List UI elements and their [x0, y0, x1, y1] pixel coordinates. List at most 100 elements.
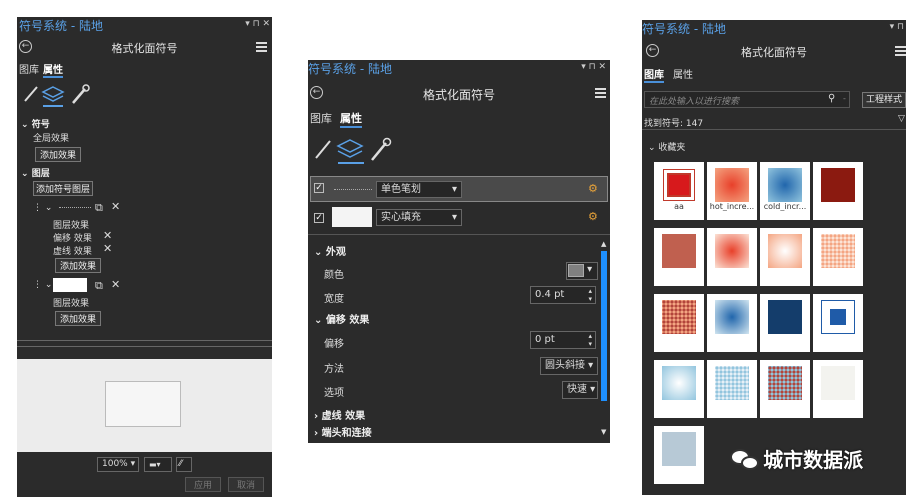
offset-input[interactable]: 0 pt ▴ ▾	[530, 331, 596, 349]
scrollbar-thumb[interactable]	[601, 251, 607, 401]
symbol-tile[interactable]	[654, 360, 704, 418]
window-controls-3[interactable]: ▾ ⊓	[890, 22, 904, 32]
symbol-swatch	[663, 169, 695, 201]
window-title-2: 符号系统 - 陆地	[308, 62, 392, 76]
toolbar-icons-2[interactable]	[314, 136, 404, 164]
tab-gallery[interactable]: 图库	[19, 61, 39, 76]
symbol-tile[interactable]	[813, 162, 863, 220]
symbol-tile[interactable]	[654, 228, 704, 286]
scroll-down-icon[interactable]: ▼	[601, 428, 606, 436]
menu-icon-2[interactable]	[595, 88, 606, 100]
appearance-section[interactable]: ⌄ 外观	[314, 243, 346, 258]
symbol-tile[interactable]: hot_incre...	[707, 162, 757, 220]
layer-type-select-1[interactable]: 单色笔划 ▾	[376, 181, 462, 198]
symbol-tile[interactable]	[654, 426, 704, 484]
symbol-swatch	[768, 366, 802, 400]
cancel-button[interactable]: 取消	[228, 477, 264, 492]
search-icon[interactable]: ⚲	[828, 93, 835, 104]
fill-preview	[53, 278, 87, 292]
duplicate-icon-2[interactable]: ⧉	[95, 279, 103, 293]
color-picker[interactable]: ▾	[566, 262, 598, 280]
symbol-swatch	[768, 168, 802, 202]
symbol-tile[interactable]	[707, 294, 757, 352]
grid-toggle-icon[interactable]: ⁄⁄	[176, 457, 192, 472]
symbol-swatch	[662, 300, 696, 334]
symbol-tile[interactable]	[654, 294, 704, 352]
duplicate-icon[interactable]: ⧉	[95, 201, 103, 215]
remove-offset-icon[interactable]: ✕	[103, 229, 112, 242]
delete-icon[interactable]: ✕	[111, 200, 120, 213]
found-count: 找到符号: 147	[644, 119, 704, 129]
menu-icon[interactable]	[256, 42, 267, 54]
tab-properties-2[interactable]: 属性	[340, 110, 362, 128]
window-controls-2[interactable]: ▾ ⊓ ✕	[581, 62, 606, 72]
offset-effect-section[interactable]: ⌄ 偏移 效果	[314, 311, 369, 326]
window-title-3: 符号系统 - 陆地	[642, 22, 726, 36]
style-button[interactable]: 工程样式	[862, 92, 906, 108]
panel-left: 符号系统 - 陆地 ▾ ⊓ ✕ ← 格式化面符号 图库 属性 ⌄ 符号 全局效果…	[17, 17, 272, 497]
method-select[interactable]: 圆头斜接 ▾	[540, 357, 598, 375]
caps-joins-section[interactable]: › 端头和连接	[314, 424, 372, 439]
scroll-up-icon[interactable]: ▲	[601, 240, 606, 248]
background-select[interactable]: ▬▾	[144, 457, 172, 472]
symbol-tile[interactable]	[813, 360, 863, 418]
drag-handle-1[interactable]: ⋮ ⌄	[33, 203, 52, 213]
stroke-visible-checkbox[interactable]: ✓	[314, 183, 324, 193]
symbol-tile[interactable]: cold_incr...	[760, 162, 810, 220]
add-effect-button-3[interactable]: 添加效果	[55, 311, 101, 326]
zoom-select[interactable]: 100% ▾	[97, 457, 139, 472]
search-input[interactable]: 在此处输入以进行搜索	[649, 94, 739, 107]
layers-icon	[41, 86, 65, 102]
width-input[interactable]: 0.4 pt ▴ ▾	[530, 286, 596, 304]
filter-icon[interactable]: ▽	[898, 114, 905, 124]
toolbar-icons[interactable]	[23, 83, 103, 107]
layer-effects-label: 图层效果	[53, 221, 90, 231]
search-box[interactable]: 在此处输入以进行搜索 ⚲ -	[644, 91, 850, 108]
layers-section[interactable]: ⌄ 图层	[21, 166, 50, 179]
add-effect-button-2[interactable]: 添加效果	[55, 258, 101, 273]
offset-label: 偏移	[324, 339, 344, 350]
symbol-grid: aa hot_incre... cold_incr...	[654, 162, 874, 492]
symbol-section[interactable]: ⌄ 符号	[21, 117, 50, 130]
apply-button[interactable]: 应用	[185, 477, 221, 492]
symbol-tile[interactable]: aa	[654, 162, 704, 220]
panel-right: 符号系统 - 陆地 ▾ ⊓ ← 格式化面符号 图库 属性 在此处输入以进行搜索 …	[642, 20, 906, 495]
global-effects-label: 全局效果	[33, 134, 70, 144]
symbol-tile[interactable]	[760, 228, 810, 286]
width-label: 宽度	[324, 294, 344, 305]
window-controls[interactable]: ▾ ⊓ ✕	[245, 19, 270, 29]
symbol-swatch	[768, 234, 802, 268]
tab-gallery-2[interactable]: 图库	[310, 110, 332, 126]
symbol-swatch	[662, 366, 696, 400]
divider	[308, 234, 610, 235]
tab-properties-3[interactable]: 属性	[673, 66, 693, 81]
symbol-tile[interactable]	[813, 294, 863, 352]
fill-visible-checkbox[interactable]: ✓	[314, 213, 324, 223]
delete-icon-2[interactable]: ✕	[111, 278, 120, 291]
symbol-label: hot_incre...	[709, 202, 755, 211]
lock-icon-2[interactable]: ⚙	[588, 210, 598, 223]
tab-properties[interactable]: 属性	[43, 61, 63, 78]
drag-handle-2[interactable]: ⋮ ⌄	[33, 280, 52, 290]
dash-effect-section[interactable]: › 虚线 效果	[314, 407, 365, 422]
tab-gallery-3[interactable]: 图库	[644, 66, 664, 83]
symbol-tile[interactable]	[760, 360, 810, 418]
layer-type-select-2[interactable]: 实心填充 ▾	[376, 209, 462, 226]
panel-header: 格式化面符号	[111, 42, 178, 55]
symbol-tile[interactable]	[707, 360, 757, 418]
symbol-tile[interactable]	[813, 228, 863, 286]
preview-area	[17, 359, 272, 452]
symbol-tile[interactable]	[760, 294, 810, 352]
remove-dash-icon[interactable]: ✕	[103, 242, 112, 255]
add-effect-button[interactable]: 添加效果	[35, 147, 81, 162]
add-symbol-layer-button[interactable]: 添加符号图层	[33, 181, 93, 196]
favorites-section[interactable]: ⌄ 收藏夹	[648, 140, 685, 153]
options-label: 选项	[324, 388, 344, 399]
symbol-tile[interactable]	[707, 228, 757, 286]
splitter[interactable]	[17, 340, 272, 347]
lock-icon[interactable]: ⚙	[588, 182, 598, 195]
search-options-icon[interactable]: -	[843, 94, 846, 103]
menu-icon-3[interactable]	[895, 46, 906, 58]
options-select[interactable]: 快速 ▾	[562, 381, 598, 399]
preview-polygon	[105, 381, 181, 427]
